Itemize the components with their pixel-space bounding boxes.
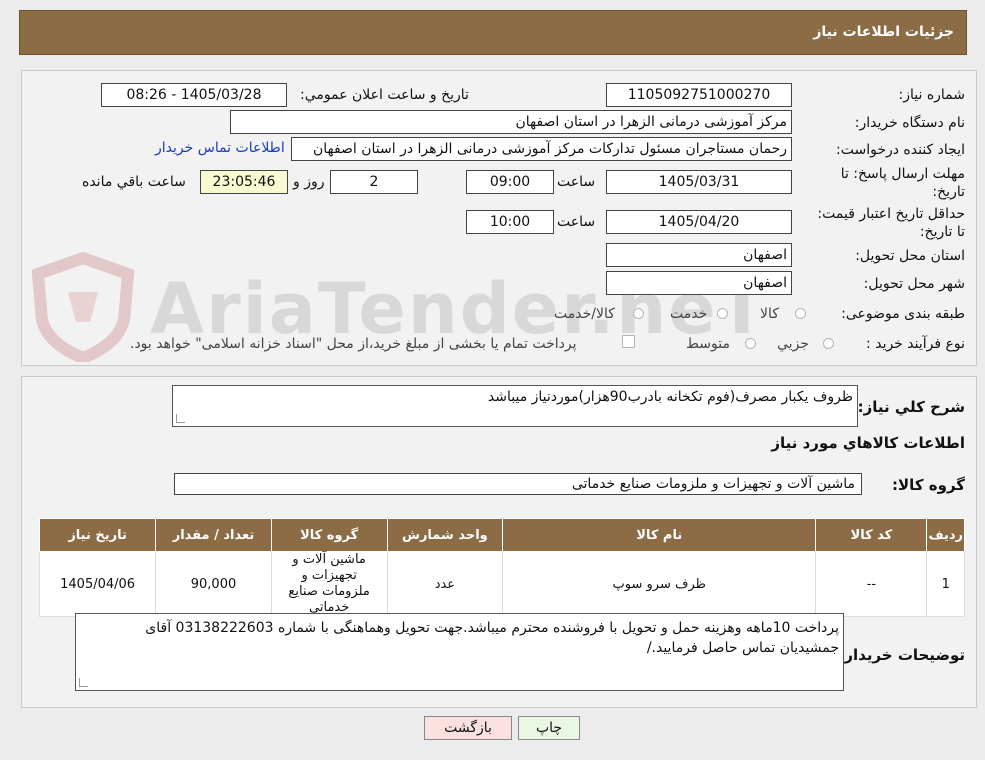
buyer-org-label: نام دستگاه خريدار: <box>854 115 965 131</box>
creator-label: ايجاد کننده درخواست: <box>836 142 965 158</box>
buyer-org-field: مرکز آموزشی درمانی الزهرا در استان اصفها… <box>230 110 792 134</box>
deadline-time-label: ساعت <box>557 174 596 190</box>
category-label: طبقه بندی موضوعی: <box>841 306 965 322</box>
goods-group-label: گروه کالا: <box>892 476 965 494</box>
page-header: جزئیات اطلاعات نیاز <box>19 10 967 55</box>
cell-unit: عدد <box>386 551 504 617</box>
resize-handle[interactable] <box>176 414 185 423</box>
col-header-qty: تعداد / مقدار <box>155 518 272 552</box>
col-header-group: گروه کالا <box>270 518 388 552</box>
cell-group: ماشین آلات و تجهیزات و ملزومات صنایع خدم… <box>270 551 388 617</box>
remaining-label: ساعت باقي مانده <box>82 174 186 190</box>
category-radio-service[interactable] <box>717 308 728 319</box>
print-button[interactable]: چاپ <box>518 716 580 740</box>
process-option-minor: جزيي <box>777 336 809 352</box>
city-field: اصفهان <box>606 271 792 295</box>
category-option-service: خدمت <box>670 306 708 322</box>
table-row: 1 -- ظرف سرو سوپ عدد ماشین آلات و تجهیزا… <box>38 551 965 617</box>
col-header-row-no: رديف <box>926 518 965 552</box>
remaining-time-field: 23:05:46 <box>200 170 288 194</box>
announce-label: تاریخ و ساعت اعلان عمومي: <box>300 87 469 103</box>
col-header-code: کد کالا <box>815 518 928 552</box>
col-header-unit: واحد شمارش <box>386 518 504 552</box>
need-number-label: شماره نیاز: <box>898 87 966 103</box>
page-title: جزئیات اطلاعات نیاز <box>813 24 954 40</box>
announce-field: 1405/03/28 - 08:26 <box>101 83 287 107</box>
goods-group-field: ماشین آلات و تجهیزات و ملزومات صنایع خدم… <box>174 473 862 495</box>
process-radio-minor[interactable] <box>823 338 834 349</box>
col-header-name: نام کالا <box>502 518 817 552</box>
city-label: شهر محل تحويل: <box>863 276 965 292</box>
validity-time-label: ساعت <box>557 214 596 230</box>
cell-qty: 90,000 <box>155 551 272 617</box>
creator-field: رحمان مستاجران مسئول تداركات مرکز آموزشی… <box>291 137 792 161</box>
buyer-notes-label: توضيحات خريدار: <box>838 646 965 664</box>
validity-label: حداقل تاریخ اعتبار قیمت: تا تاریخ: <box>817 206 965 240</box>
col-header-date: تاريخ نياز <box>38 518 157 552</box>
category-option-goods-service: کالا/خدمت <box>554 306 615 322</box>
description-label: شرح کلي نياز: <box>857 398 965 416</box>
watermark-shield-icon <box>28 251 138 365</box>
province-label: استان محل تحويل: <box>855 248 965 264</box>
goods-section-title: اطلاعات کالاهاي مورد نياز <box>771 434 965 452</box>
validity-time-field: 10:00 <box>466 210 554 234</box>
process-label: نوع فرآيند خريد : <box>866 336 965 352</box>
buyer-notes-text: پرداخت 10ماهه وهزینه حمل و تحویل با فروش… <box>145 620 839 656</box>
days-label: روز و <box>293 174 325 190</box>
notes-resize-handle[interactable] <box>79 678 88 687</box>
validity-date-field: 1405/04/20 <box>606 210 792 234</box>
table-header-row: رديف کد کالا نام کالا واحد شمارش گروه کا… <box>38 518 965 552</box>
payment-note: پرداخت تمام يا بخشی از مبلغ خريد،از محل … <box>130 336 577 352</box>
category-radio-goods[interactable] <box>795 308 806 319</box>
cell-row-no: 1 <box>926 551 965 617</box>
category-option-goods: کالا <box>760 306 779 322</box>
deadline-date-field: 1405/03/31 <box>606 170 792 194</box>
back-button[interactable]: بازگشت <box>424 716 512 740</box>
deadline-time-field: 09:00 <box>466 170 554 194</box>
cell-code: -- <box>815 551 928 617</box>
cell-name: ظرف سرو سوپ <box>502 551 817 617</box>
buyer-notes-field: پرداخت 10ماهه وهزینه حمل و تحویل با فروش… <box>75 613 844 691</box>
items-table: رديف کد کالا نام کالا واحد شمارش گروه کا… <box>38 518 965 617</box>
category-radio-goods-service[interactable] <box>633 308 644 319</box>
process-radio-medium[interactable] <box>745 338 756 349</box>
description-text: ظروف یکبار مصرف(فوم تکخانه بادرب90هزار)م… <box>487 389 853 405</box>
province-field: اصفهان <box>606 243 792 267</box>
buyer-contact-link[interactable]: اطلاعات تماس خريدار <box>155 140 285 156</box>
deadline-label: مهلت ارسال پاسخ: تا تاریخ: <box>840 166 965 200</box>
description-field: ظروف یکبار مصرف(فوم تکخانه بادرب90هزار)م… <box>172 385 858 427</box>
process-option-medium: متوسط <box>686 336 730 352</box>
days-field: 2 <box>330 170 418 194</box>
need-number-field: 1105092751000270 <box>606 83 792 107</box>
cell-date: 1405/04/06 <box>38 551 157 617</box>
treasury-checkbox[interactable] <box>622 335 635 348</box>
